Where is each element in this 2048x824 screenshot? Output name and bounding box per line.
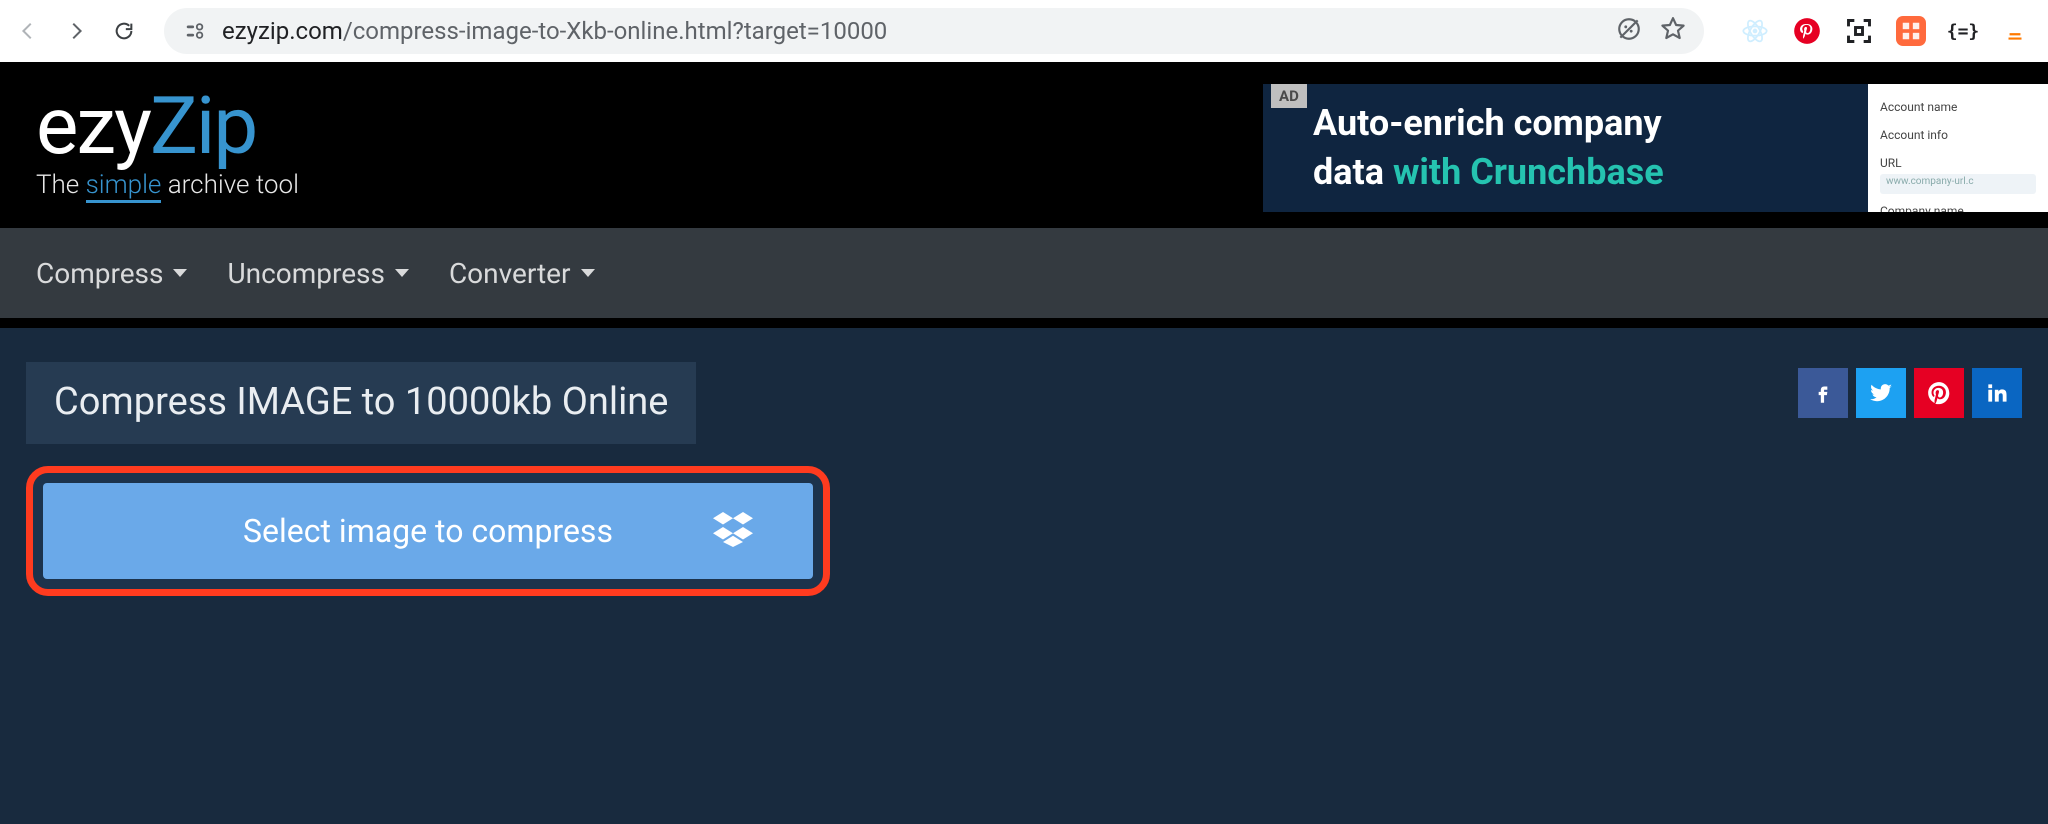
chevron-down-icon [395, 269, 409, 277]
ad-banner[interactable]: AD Auto-enrich company data with Crunchb… [1263, 84, 2048, 212]
share-buttons [1798, 368, 2022, 418]
bookmark-star-icon[interactable] [1660, 16, 1686, 46]
share-facebook-button[interactable] [1798, 368, 1848, 418]
nav-converter[interactable]: Converter [449, 257, 595, 290]
site-info-icon[interactable] [182, 18, 208, 44]
logo-text: ezyZip [36, 90, 299, 162]
ad-form-preview: Account name Account info URL www.compan… [1868, 84, 2048, 212]
logo[interactable]: ezyZip The simple archive tool [36, 90, 299, 200]
ad-badge: AD [1271, 84, 1307, 108]
reload-button[interactable] [104, 11, 144, 51]
address-bar[interactable]: ezyzip.com/compress-image-to-Xkb-online.… [164, 8, 1704, 54]
select-image-button[interactable]: Select image to compress [43, 483, 813, 579]
nav-compress[interactable]: Compress [36, 257, 187, 290]
browser-toolbar: ezyzip.com/compress-image-to-Xkb-online.… [0, 0, 2048, 62]
share-twitter-button[interactable] [1856, 368, 1906, 418]
site-header: ezyZip The simple archive tool AD Auto-e… [0, 62, 2048, 228]
select-image-highlight: Select image to compress [26, 466, 830, 596]
share-linkedin-button[interactable] [1972, 368, 2022, 418]
url-text: ezyzip.com/compress-image-to-Xkb-online.… [222, 17, 1602, 45]
tagline: The simple archive tool [36, 170, 299, 200]
dropbox-icon[interactable] [713, 507, 753, 555]
page-title-container: Compress IMAGE to 10000kb Online [26, 362, 696, 444]
extensions-area: {=} [1720, 16, 2040, 46]
cookie-blocked-icon[interactable] [1616, 16, 1642, 46]
chevron-down-icon [581, 269, 595, 277]
extension-orange-icon[interactable] [1896, 16, 1926, 46]
nav-uncompress[interactable]: Uncompress [227, 257, 409, 290]
extension-react-icon[interactable] [1740, 16, 1770, 46]
extension-braces-icon[interactable]: {=} [1948, 16, 1978, 46]
main-nav: Compress Uncompress Converter [0, 228, 2048, 318]
share-pinterest-button[interactable] [1914, 368, 1964, 418]
main-content: Compress IMAGE to 10000kb Online Select … [0, 328, 2048, 824]
extension-pinterest-icon[interactable] [1792, 16, 1822, 46]
page-title: Compress IMAGE to 10000kb Online [54, 380, 668, 424]
chevron-down-icon [173, 269, 187, 277]
forward-button[interactable] [56, 11, 96, 51]
extension-frame-icon[interactable] [1844, 16, 1874, 46]
back-button[interactable] [8, 11, 48, 51]
select-image-label: Select image to compress [243, 512, 613, 550]
separator [0, 318, 2048, 328]
extension-overflow-icon[interactable] [2000, 16, 2030, 46]
ad-headline: Auto-enrich company data with Crunchbase [1313, 99, 1664, 196]
